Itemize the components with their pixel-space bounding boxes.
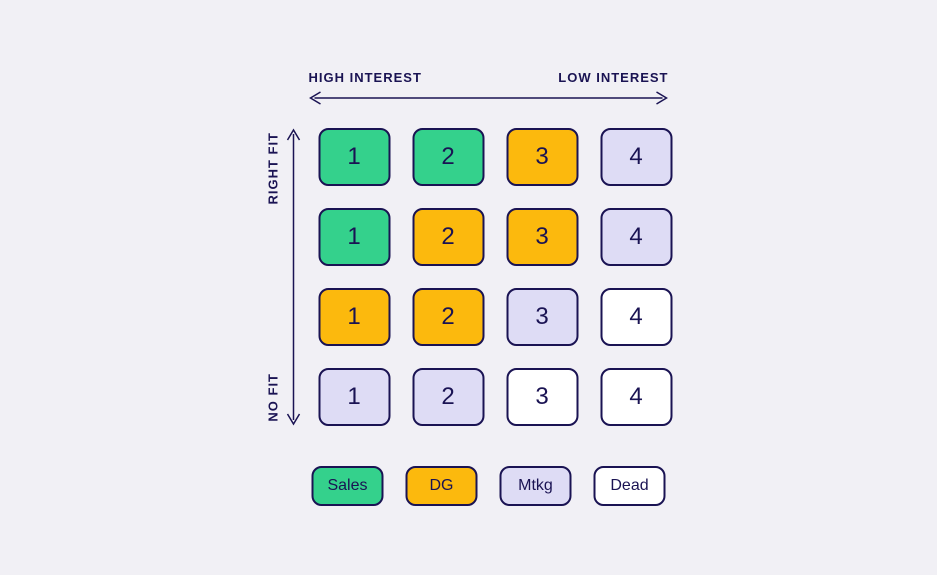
y-axis-arrow — [286, 128, 300, 426]
cell-number: 2 — [441, 303, 454, 331]
matrix-row: 1 2 3 4 — [318, 368, 672, 426]
y-axis-label-top: RIGHT FIT — [265, 132, 280, 205]
cell-number: 2 — [441, 383, 454, 411]
matrix-cell: 3 — [506, 208, 578, 266]
cell-number: 1 — [347, 383, 360, 411]
cell-number: 4 — [629, 303, 642, 331]
y-axis-label-bottom: NO FIT — [265, 373, 280, 422]
cell-number: 2 — [441, 143, 454, 171]
legend-item-dead: Dead — [594, 466, 666, 506]
matrix-cell: 3 — [506, 288, 578, 346]
matrix-row: 1 2 3 4 — [318, 208, 672, 266]
matrix-cell: 4 — [600, 208, 672, 266]
matrix-cell: 3 — [506, 128, 578, 186]
matrix-cell: 4 — [600, 368, 672, 426]
y-axis-labels: RIGHT FIT NO FIT — [265, 128, 280, 426]
matrix-cell: 1 — [318, 208, 390, 266]
legend-label: DG — [430, 477, 454, 495]
cell-number: 3 — [535, 383, 548, 411]
matrix-row: 1 2 3 4 — [318, 128, 672, 186]
legend-item-dg: DG — [406, 466, 478, 506]
cell-number: 4 — [629, 383, 642, 411]
matrix-row: 1 2 3 4 — [318, 288, 672, 346]
cell-number: 3 — [535, 143, 548, 171]
matrix-cell: 4 — [600, 128, 672, 186]
matrix-grid: 1 2 3 4 1 2 3 4 1 2 3 4 1 2 3 4 — [318, 128, 672, 426]
cell-number: 4 — [629, 143, 642, 171]
legend-label: Mtkg — [518, 477, 553, 495]
matrix-cell: 1 — [318, 128, 390, 186]
x-axis-labels: HIGH INTEREST LOW INTEREST — [309, 70, 669, 85]
legend-item-sales: Sales — [312, 466, 384, 506]
matrix-cell: 4 — [600, 288, 672, 346]
x-axis-label-right: LOW INTEREST — [558, 70, 668, 85]
cell-number: 1 — [347, 303, 360, 331]
matrix-cell: 2 — [412, 208, 484, 266]
y-axis: RIGHT FIT NO FIT — [265, 128, 300, 426]
cell-number: 3 — [535, 303, 548, 331]
legend-label: Sales — [327, 477, 367, 495]
matrix-cell: 2 — [412, 128, 484, 186]
legend-item-mktg: Mtkg — [500, 466, 572, 506]
matrix-cell: 2 — [412, 288, 484, 346]
lead-scoring-matrix: HIGH INTEREST LOW INTEREST RIGHT FIT NO … — [265, 70, 672, 506]
matrix-cell: 1 — [318, 288, 390, 346]
cell-number: 4 — [629, 223, 642, 251]
matrix-cell: 3 — [506, 368, 578, 426]
cell-number: 2 — [441, 223, 454, 251]
cell-number: 1 — [347, 223, 360, 251]
legend-label: Dead — [610, 477, 648, 495]
cell-number: 3 — [535, 223, 548, 251]
cell-number: 1 — [347, 143, 360, 171]
matrix-cell: 1 — [318, 368, 390, 426]
grid-area: RIGHT FIT NO FIT 1 2 3 4 1 2 3 — [265, 128, 672, 426]
x-axis-label-left: HIGH INTEREST — [309, 70, 422, 85]
x-axis-arrow — [309, 91, 669, 110]
legend: Sales DG Mtkg Dead — [312, 466, 666, 506]
matrix-cell: 2 — [412, 368, 484, 426]
